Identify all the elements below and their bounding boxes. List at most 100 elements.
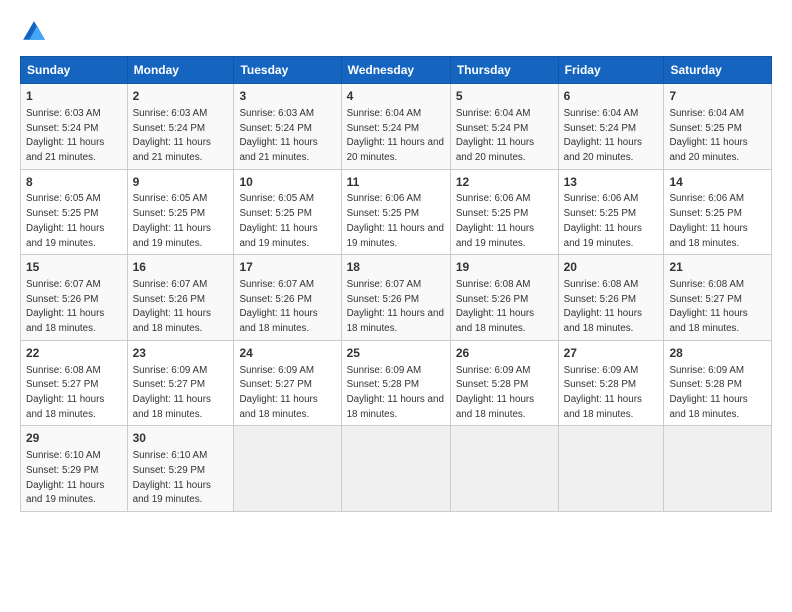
calendar-cell: 2 Sunrise: 6:03 AMSunset: 5:24 PMDayligh… <box>127 84 234 170</box>
calendar-cell: 29 Sunrise: 6:10 AMSunset: 5:29 PMDaylig… <box>21 426 128 512</box>
day-info: Sunrise: 6:09 AMSunset: 5:28 PMDaylight:… <box>564 365 642 420</box>
calendar-cell: 6 Sunrise: 6:04 AMSunset: 5:24 PMDayligh… <box>558 84 664 170</box>
week-row-4: 22 Sunrise: 6:08 AMSunset: 5:27 PMDaylig… <box>21 340 772 426</box>
day-info: Sunrise: 6:04 AMSunset: 5:24 PMDaylight:… <box>347 108 444 163</box>
day-number: 6 <box>564 88 659 105</box>
day-number: 25 <box>347 345 445 362</box>
header-area <box>20 18 772 46</box>
calendar-cell: 9 Sunrise: 6:05 AMSunset: 5:25 PMDayligh… <box>127 169 234 255</box>
col-sunday: Sunday <box>21 57 128 84</box>
day-number: 3 <box>239 88 335 105</box>
calendar-cell: 21 Sunrise: 6:08 AMSunset: 5:27 PMDaylig… <box>664 255 772 341</box>
day-info: Sunrise: 6:08 AMSunset: 5:27 PMDaylight:… <box>26 365 104 420</box>
day-info: Sunrise: 6:04 AMSunset: 5:25 PMDaylight:… <box>669 108 747 163</box>
day-info: Sunrise: 6:06 AMSunset: 5:25 PMDaylight:… <box>669 193 747 248</box>
calendar-cell: 23 Sunrise: 6:09 AMSunset: 5:27 PMDaylig… <box>127 340 234 426</box>
day-number: 29 <box>26 430 122 447</box>
day-number: 15 <box>26 259 122 276</box>
day-info: Sunrise: 6:09 AMSunset: 5:28 PMDaylight:… <box>456 365 534 420</box>
day-info: Sunrise: 6:10 AMSunset: 5:29 PMDaylight:… <box>26 450 104 505</box>
day-number: 10 <box>239 174 335 191</box>
day-info: Sunrise: 6:09 AMSunset: 5:27 PMDaylight:… <box>239 365 317 420</box>
day-info: Sunrise: 6:09 AMSunset: 5:27 PMDaylight:… <box>133 365 211 420</box>
day-info: Sunrise: 6:07 AMSunset: 5:26 PMDaylight:… <box>133 279 211 334</box>
calendar-cell: 14 Sunrise: 6:06 AMSunset: 5:25 PMDaylig… <box>664 169 772 255</box>
col-friday: Friday <box>558 57 664 84</box>
day-number: 8 <box>26 174 122 191</box>
day-info: Sunrise: 6:10 AMSunset: 5:29 PMDaylight:… <box>133 450 211 505</box>
day-info: Sunrise: 6:07 AMSunset: 5:26 PMDaylight:… <box>26 279 104 334</box>
calendar-cell: 25 Sunrise: 6:09 AMSunset: 5:28 PMDaylig… <box>341 340 450 426</box>
day-info: Sunrise: 6:07 AMSunset: 5:26 PMDaylight:… <box>347 279 444 334</box>
calendar-cell: 13 Sunrise: 6:06 AMSunset: 5:25 PMDaylig… <box>558 169 664 255</box>
day-info: Sunrise: 6:04 AMSunset: 5:24 PMDaylight:… <box>456 108 534 163</box>
week-row-3: 15 Sunrise: 6:07 AMSunset: 5:26 PMDaylig… <box>21 255 772 341</box>
calendar-cell <box>664 426 772 512</box>
week-row-2: 8 Sunrise: 6:05 AMSunset: 5:25 PMDayligh… <box>21 169 772 255</box>
col-wednesday: Wednesday <box>341 57 450 84</box>
day-number: 7 <box>669 88 766 105</box>
day-number: 27 <box>564 345 659 362</box>
day-info: Sunrise: 6:08 AMSunset: 5:27 PMDaylight:… <box>669 279 747 334</box>
day-number: 16 <box>133 259 229 276</box>
day-info: Sunrise: 6:05 AMSunset: 5:25 PMDaylight:… <box>133 193 211 248</box>
day-info: Sunrise: 6:05 AMSunset: 5:25 PMDaylight:… <box>26 193 104 248</box>
calendar-cell: 1 Sunrise: 6:03 AMSunset: 5:24 PMDayligh… <box>21 84 128 170</box>
calendar-cell: 24 Sunrise: 6:09 AMSunset: 5:27 PMDaylig… <box>234 340 341 426</box>
calendar-cell: 17 Sunrise: 6:07 AMSunset: 5:26 PMDaylig… <box>234 255 341 341</box>
calendar-cell <box>450 426 558 512</box>
day-info: Sunrise: 6:03 AMSunset: 5:24 PMDaylight:… <box>133 108 211 163</box>
calendar-cell <box>558 426 664 512</box>
calendar-body: 1 Sunrise: 6:03 AMSunset: 5:24 PMDayligh… <box>21 84 772 512</box>
col-monday: Monday <box>127 57 234 84</box>
day-info: Sunrise: 6:08 AMSunset: 5:26 PMDaylight:… <box>456 279 534 334</box>
day-number: 11 <box>347 174 445 191</box>
calendar-cell: 18 Sunrise: 6:07 AMSunset: 5:26 PMDaylig… <box>341 255 450 341</box>
calendar-cell <box>341 426 450 512</box>
day-number: 19 <box>456 259 553 276</box>
calendar-cell: 12 Sunrise: 6:06 AMSunset: 5:25 PMDaylig… <box>450 169 558 255</box>
day-info: Sunrise: 6:08 AMSunset: 5:26 PMDaylight:… <box>564 279 642 334</box>
col-tuesday: Tuesday <box>234 57 341 84</box>
calendar-table: Sunday Monday Tuesday Wednesday Thursday… <box>20 56 772 512</box>
day-info: Sunrise: 6:04 AMSunset: 5:24 PMDaylight:… <box>564 108 642 163</box>
day-number: 9 <box>133 174 229 191</box>
day-number: 2 <box>133 88 229 105</box>
calendar-cell: 11 Sunrise: 6:06 AMSunset: 5:25 PMDaylig… <box>341 169 450 255</box>
day-number: 5 <box>456 88 553 105</box>
day-number: 28 <box>669 345 766 362</box>
logo-icon <box>20 18 48 46</box>
week-row-1: 1 Sunrise: 6:03 AMSunset: 5:24 PMDayligh… <box>21 84 772 170</box>
day-number: 1 <box>26 88 122 105</box>
calendar-cell: 5 Sunrise: 6:04 AMSunset: 5:24 PMDayligh… <box>450 84 558 170</box>
page: Sunday Monday Tuesday Wednesday Thursday… <box>0 0 792 612</box>
day-info: Sunrise: 6:07 AMSunset: 5:26 PMDaylight:… <box>239 279 317 334</box>
header-row: Sunday Monday Tuesday Wednesday Thursday… <box>21 57 772 84</box>
day-number: 23 <box>133 345 229 362</box>
calendar-cell: 10 Sunrise: 6:05 AMSunset: 5:25 PMDaylig… <box>234 169 341 255</box>
calendar-cell: 4 Sunrise: 6:04 AMSunset: 5:24 PMDayligh… <box>341 84 450 170</box>
calendar-cell: 8 Sunrise: 6:05 AMSunset: 5:25 PMDayligh… <box>21 169 128 255</box>
day-number: 17 <box>239 259 335 276</box>
day-info: Sunrise: 6:09 AMSunset: 5:28 PMDaylight:… <box>669 365 747 420</box>
calendar-cell: 22 Sunrise: 6:08 AMSunset: 5:27 PMDaylig… <box>21 340 128 426</box>
day-info: Sunrise: 6:05 AMSunset: 5:25 PMDaylight:… <box>239 193 317 248</box>
calendar-cell: 27 Sunrise: 6:09 AMSunset: 5:28 PMDaylig… <box>558 340 664 426</box>
week-row-5: 29 Sunrise: 6:10 AMSunset: 5:29 PMDaylig… <box>21 426 772 512</box>
day-info: Sunrise: 6:06 AMSunset: 5:25 PMDaylight:… <box>347 193 444 248</box>
day-number: 18 <box>347 259 445 276</box>
calendar-cell: 26 Sunrise: 6:09 AMSunset: 5:28 PMDaylig… <box>450 340 558 426</box>
calendar-cell: 30 Sunrise: 6:10 AMSunset: 5:29 PMDaylig… <box>127 426 234 512</box>
day-number: 4 <box>347 88 445 105</box>
calendar-cell: 20 Sunrise: 6:08 AMSunset: 5:26 PMDaylig… <box>558 255 664 341</box>
calendar-cell: 28 Sunrise: 6:09 AMSunset: 5:28 PMDaylig… <box>664 340 772 426</box>
day-info: Sunrise: 6:06 AMSunset: 5:25 PMDaylight:… <box>564 193 642 248</box>
day-number: 24 <box>239 345 335 362</box>
logo <box>20 18 52 46</box>
calendar-cell: 19 Sunrise: 6:08 AMSunset: 5:26 PMDaylig… <box>450 255 558 341</box>
day-number: 21 <box>669 259 766 276</box>
day-number: 22 <box>26 345 122 362</box>
col-thursday: Thursday <box>450 57 558 84</box>
calendar-cell: 7 Sunrise: 6:04 AMSunset: 5:25 PMDayligh… <box>664 84 772 170</box>
day-info: Sunrise: 6:09 AMSunset: 5:28 PMDaylight:… <box>347 365 444 420</box>
